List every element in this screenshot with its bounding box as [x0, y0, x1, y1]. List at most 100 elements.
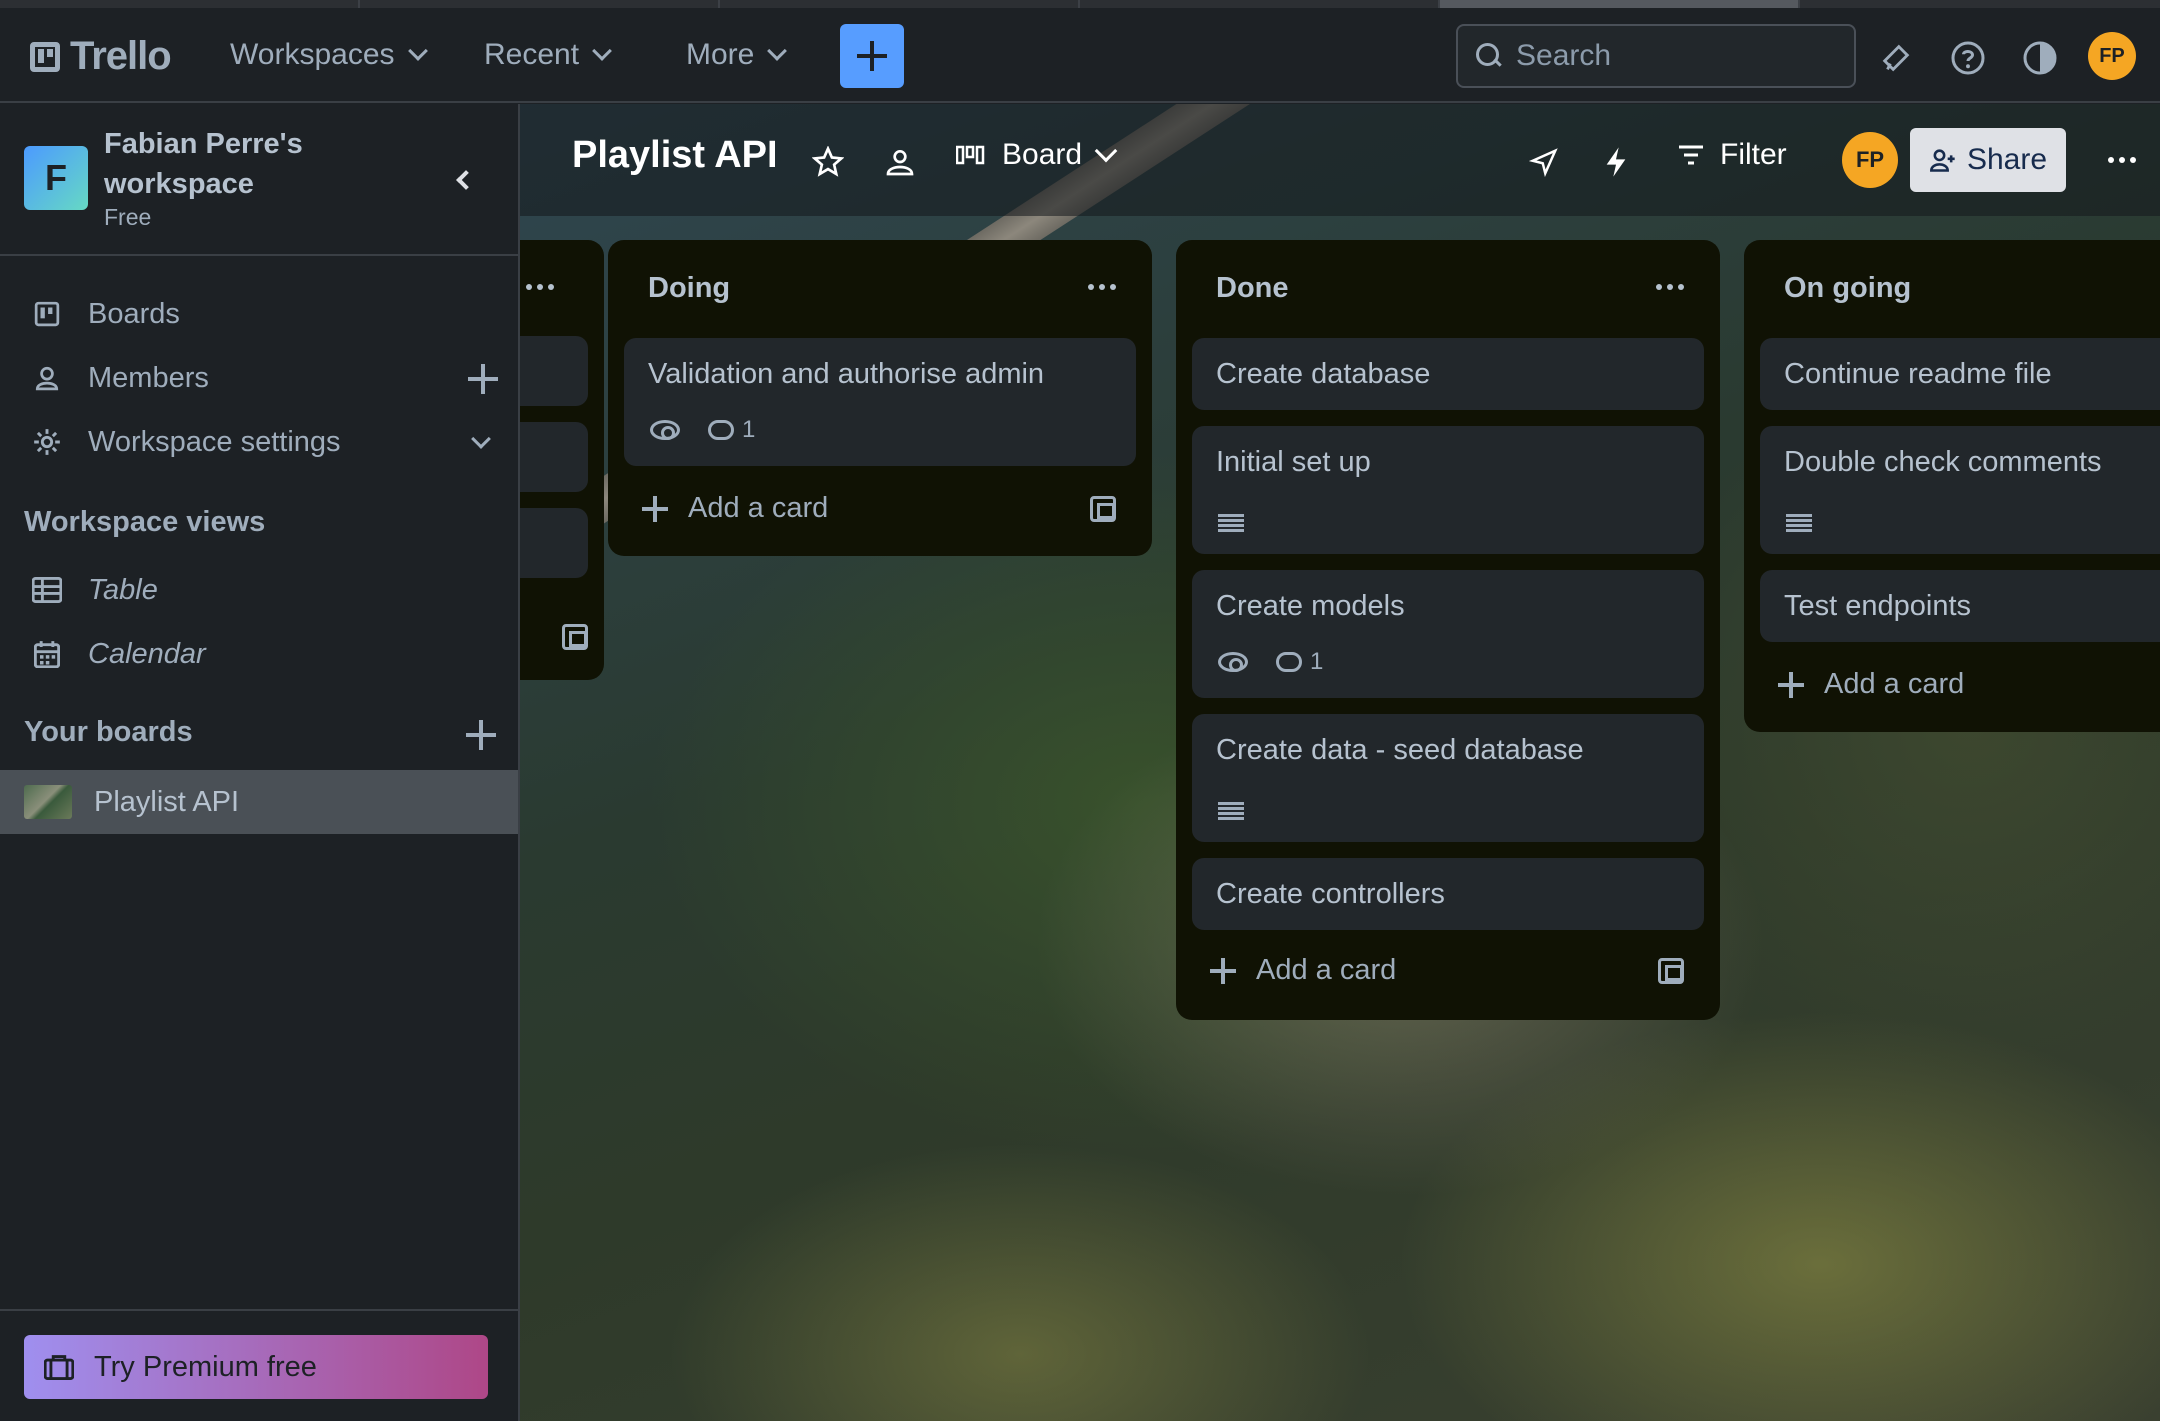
sidebar-item-label: Members — [88, 361, 209, 394]
comments-badge: 1 — [1276, 648, 1323, 676]
board-icon — [32, 299, 62, 329]
megaphone-icon — [1882, 44, 1910, 72]
search-box[interactable] — [1456, 24, 1856, 88]
sidebar-item-label: Calendar — [88, 637, 206, 670]
briefcase-icon — [44, 1355, 74, 1380]
theme-toggle-button[interactable] — [2020, 38, 2060, 78]
browser-tab[interactable] — [0, 0, 360, 8]
list-partial — [520, 240, 604, 680]
top-nav-bar: Trello Workspaces Recent More FP — [0, 8, 2160, 103]
card-partial[interactable] — [520, 422, 588, 492]
browser-tab[interactable] — [1080, 0, 1440, 8]
card[interactable]: Test endpoints — [1760, 570, 2160, 642]
notifications-button[interactable] — [1876, 38, 1916, 78]
card[interactable]: Create database — [1192, 338, 1704, 410]
list-title[interactable]: Done — [1216, 272, 1289, 305]
member-initials: FP — [1855, 147, 1885, 172]
calendar-icon — [32, 639, 62, 669]
sidebar-item-boards[interactable]: Boards — [0, 282, 518, 346]
workspaces-menu[interactable]: Workspaces — [230, 38, 428, 72]
plus-icon — [857, 41, 887, 71]
more-menu[interactable]: More — [686, 38, 788, 72]
share-button[interactable]: Share — [1910, 128, 2066, 192]
browser-tab-strip — [0, 0, 2160, 8]
add-member-plus-icon[interactable] — [468, 364, 498, 394]
create-button[interactable] — [840, 24, 904, 88]
filter-label: Filter — [1720, 138, 1787, 171]
board-member-avatar[interactable]: FP — [1842, 132, 1898, 188]
divider — [0, 1309, 518, 1311]
chevron-down-icon — [1094, 139, 1118, 163]
card[interactable]: Initial set up — [1192, 426, 1704, 554]
workspace-sidebar: F Fabian Perre's workspace Free Boards M… — [0, 104, 520, 1421]
add-card-button[interactable]: Add a card — [642, 492, 828, 525]
sidebar-item-label: Workspace settings — [88, 425, 341, 458]
add-card-button[interactable]: Add a card — [1778, 668, 1964, 701]
comment-icon — [708, 420, 734, 440]
chevron-down-icon — [592, 41, 612, 61]
search-input[interactable] — [1516, 39, 1816, 73]
card-partial[interactable] — [520, 336, 588, 406]
card[interactable]: Double check comments — [1760, 426, 2160, 554]
card-title: Create database — [1216, 358, 1431, 390]
list-title[interactable]: Doing — [648, 272, 730, 305]
chevron-down-icon[interactable] — [468, 428, 496, 456]
automation-icon[interactable] — [1598, 144, 1634, 180]
board-menu-icon[interactable] — [2108, 157, 2136, 163]
browser-tab-active[interactable] — [1440, 0, 1800, 8]
sidebar-item-members[interactable]: Members — [0, 346, 518, 410]
power-ups-icon[interactable] — [1526, 144, 1562, 180]
comment-count: 1 — [1310, 648, 1324, 675]
plus-icon — [1210, 957, 1236, 984]
workspace-initial: F — [45, 157, 67, 198]
list-title[interactable]: On going — [1784, 272, 1911, 305]
card[interactable]: Validation and authorise admin 1 — [624, 338, 1136, 466]
eye-icon — [650, 420, 680, 440]
share-label: Share — [1966, 143, 2048, 176]
premium-label: Try Premium free — [94, 1350, 317, 1383]
eye-icon — [1218, 652, 1248, 672]
browser-tab[interactable] — [360, 0, 720, 8]
card-badges — [1786, 514, 1812, 532]
card-partial[interactable] — [520, 508, 588, 578]
search-icon — [1476, 43, 1502, 69]
card[interactable]: Continue readme file — [1760, 338, 2160, 410]
description-icon — [1218, 514, 1244, 532]
list-menu-icon[interactable] — [1656, 284, 1684, 290]
star-icon[interactable] — [810, 144, 846, 180]
workspace-name[interactable]: Fabian Perre's workspace — [104, 124, 334, 204]
visibility-icon[interactable] — [882, 144, 918, 180]
sidebar-board-playlist-api[interactable]: Playlist API — [0, 770, 518, 834]
collapse-sidebar-button[interactable] — [440, 158, 484, 202]
sidebar-item-workspace-settings[interactable]: Workspace settings — [0, 410, 518, 474]
card[interactable]: Create models 1 — [1192, 570, 1704, 698]
card-template-icon[interactable] — [1658, 958, 1684, 984]
list-menu-icon[interactable] — [1088, 284, 1116, 290]
sidebar-item-table[interactable]: Table — [0, 558, 518, 622]
add-card-button[interactable]: Add a card — [1210, 954, 1396, 987]
chevron-down-icon — [407, 41, 428, 61]
add-card-label: Add a card — [688, 492, 829, 524]
card[interactable]: Create controllers — [1192, 858, 1704, 930]
trello-logo[interactable]: Trello — [30, 34, 172, 79]
card[interactable]: Create data - seed database — [1192, 714, 1704, 842]
try-premium-button[interactable]: Try Premium free — [24, 1335, 488, 1399]
logo-text: Trello — [70, 34, 172, 78]
card-template-icon[interactable] — [562, 624, 588, 650]
account-avatar[interactable]: FP — [2088, 32, 2136, 80]
board-view-switcher[interactable]: Board — [956, 138, 1118, 172]
person-icon — [32, 363, 62, 393]
add-board-plus-icon[interactable] — [466, 720, 496, 750]
sidebar-item-calendar[interactable]: Calendar — [0, 622, 518, 686]
add-person-icon — [1930, 149, 1955, 172]
sidebar-item-label: Table — [88, 573, 158, 606]
board-view-icon — [956, 145, 985, 165]
browser-tab[interactable] — [720, 0, 1080, 8]
list-menu-icon[interactable] — [526, 284, 554, 290]
your-boards-heading: Your boards — [24, 716, 193, 748]
card-template-icon[interactable] — [1090, 496, 1116, 522]
help-button[interactable] — [1948, 38, 1988, 78]
filter-button[interactable]: Filter — [1678, 138, 1787, 172]
board-title[interactable]: Playlist API — [572, 134, 778, 177]
recent-menu[interactable]: Recent — [484, 38, 612, 72]
